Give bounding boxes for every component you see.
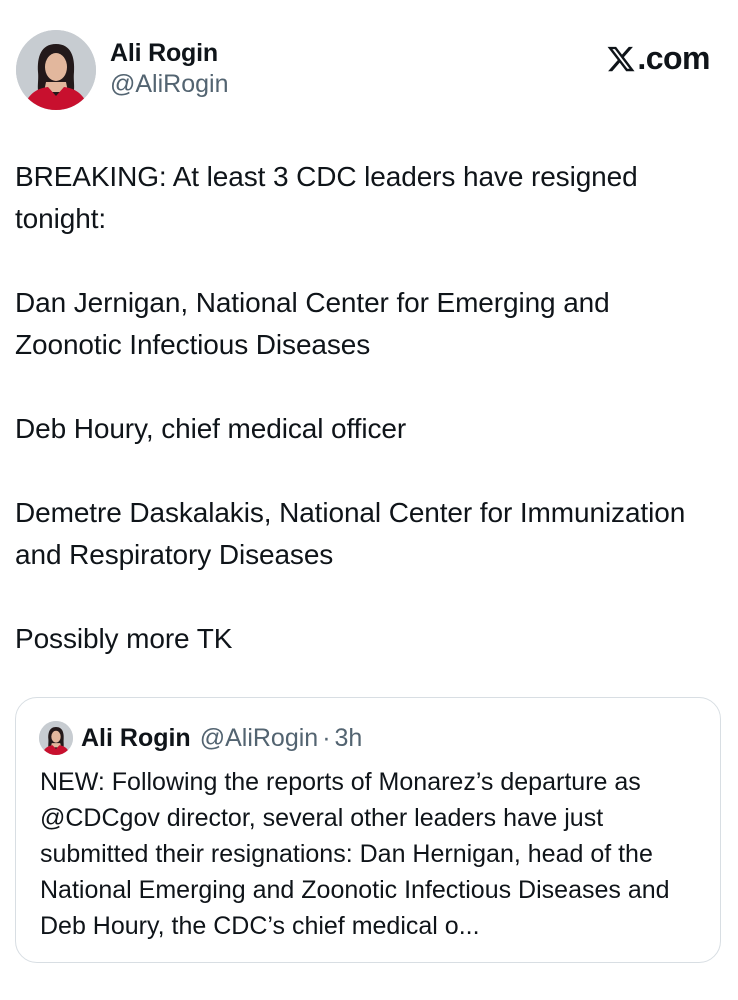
x-logo-icon [607,46,635,71]
post-paragraph: BREAKING: At least 3 CDC leaders have re… [15,161,638,234]
meta-separator: · [322,723,331,752]
quoted-post-card[interactable]: Ali Rogin @AliRogin · 3h NEW: Following … [15,697,721,963]
author-avatar[interactable] [16,30,96,110]
quoted-post-text: NEW: Following the reports of Monarez’s … [40,768,670,940]
site-domain-label: .com [637,40,710,76]
x-com-watermark: .com [606,40,710,77]
quoted-author-name[interactable]: Ali Rogin [81,724,191,753]
quoted-post-time[interactable]: 3h [335,724,363,753]
post-header: Ali Rogin @AliRogin .com [16,30,710,112]
quoted-post-header: Ali Rogin @AliRogin · 3h [39,720,362,756]
author-handle[interactable]: @AliRogin [110,68,228,100]
post-paragraph: Possibly more TK [15,623,233,654]
quoted-author-avatar [39,721,73,755]
post-paragraph: Demetre Daskalakis, National Center for … [15,497,686,570]
quoted-author-handle[interactable]: @AliRogin [200,724,318,753]
post-paragraph: Deb Houry, chief medical officer [15,413,407,444]
post-text: BREAKING: At least 3 CDC leaders have re… [15,156,715,660]
post-paragraph: Dan Jernigan, National Center for Emergi… [15,287,610,360]
author-name[interactable]: Ali Rogin [110,38,228,68]
